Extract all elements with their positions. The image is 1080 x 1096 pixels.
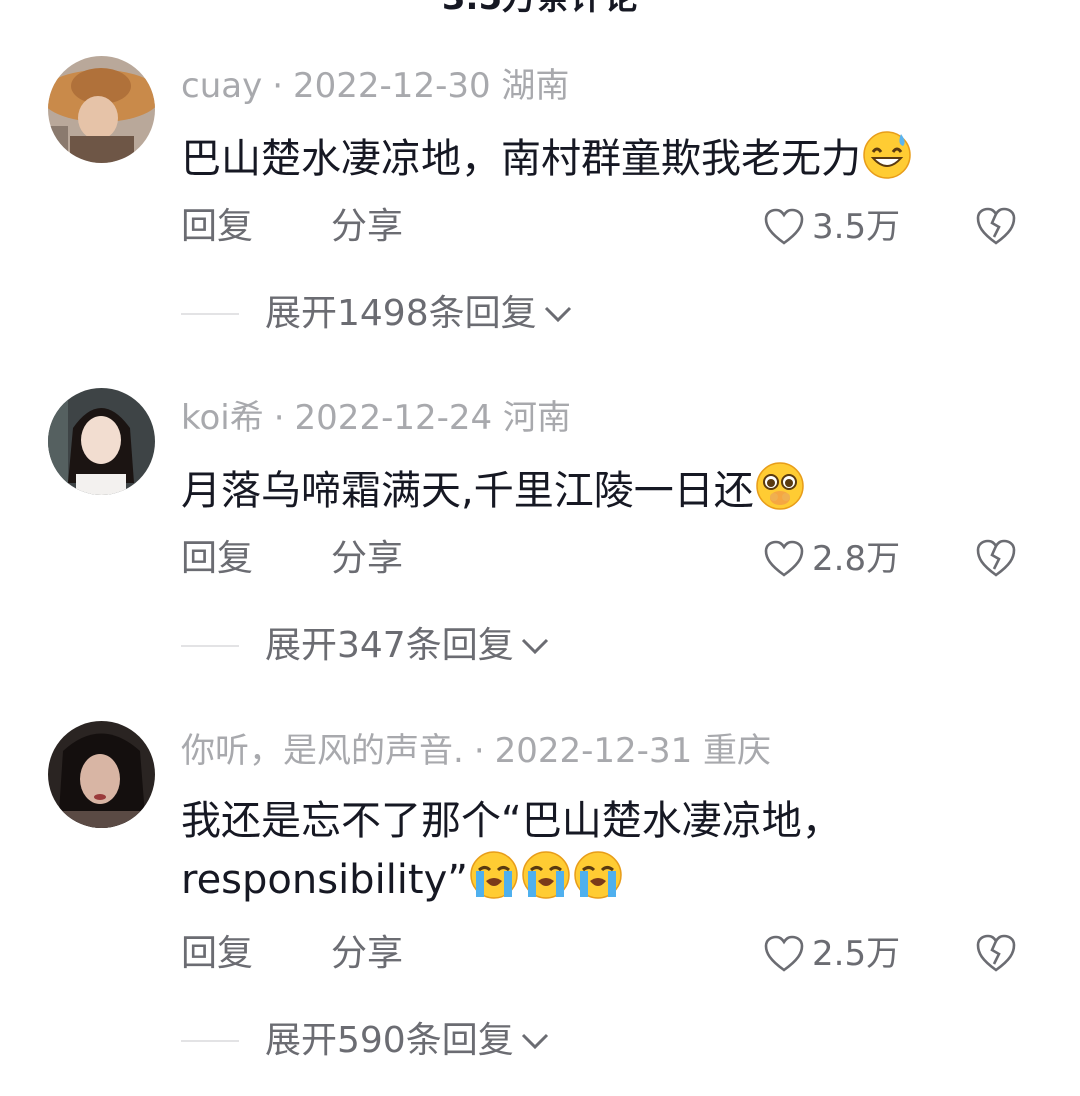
comment-item: cuay · 2022-12-30 湖南 巴山楚水凄凉地，南村群童欺我老无力 回复 … [0, 56, 1080, 346]
comment-actions: 回复 分享 3.5万 [181, 202, 1041, 252]
comment-date: 2022-12-24 [294, 398, 493, 438]
share-button[interactable]: 分享 [331, 929, 403, 979]
dislike-button[interactable] [975, 538, 1017, 582]
loudly-crying-emoji-icon [520, 849, 572, 901]
like-count: 2.8万 [812, 539, 901, 579]
grinning-sweat-emoji-icon [861, 128, 913, 180]
loudly-crying-emoji-icon [572, 849, 624, 901]
comment-text-line: responsibility” [181, 849, 1021, 908]
reply-button[interactable]: 回复 [181, 534, 253, 584]
broken-heart-icon [976, 539, 1016, 577]
comment-text: 月落乌啼霜满天,千里江陵一日还 [181, 460, 1021, 519]
expand-replies-label[interactable]: 展开1498条回复 [265, 289, 537, 339]
comment-meta: cuay · 2022-12-30 湖南 [181, 64, 569, 108]
divider-line [181, 313, 239, 315]
chevron-down-icon [521, 1033, 548, 1050]
separator-dot: · [273, 398, 285, 438]
heart-icon [764, 208, 804, 245]
like-button[interactable]: 2.5万 [764, 929, 900, 979]
comment-text: 我还是忘不了那个“巴山楚水凄凉地， responsibility” [181, 793, 1021, 908]
divider-line [181, 1040, 239, 1042]
comment-item: 你听，是风的声音. · 2022-12-31 重庆 我还是忘不了那个“巴山楚水凄凉地… [0, 721, 1080, 1071]
username[interactable]: cuay [181, 66, 262, 106]
like-count: 2.5万 [812, 934, 901, 974]
like-button[interactable]: 3.5万 [764, 202, 900, 252]
heart-icon [764, 540, 804, 577]
separator-dot: · [272, 66, 284, 106]
comment-date: 2022-12-30 [293, 66, 491, 106]
comment-text-content: 月落乌啼霜满天,千里江陵一日还 [181, 468, 754, 514]
comment-date: 2022-12-31 [494, 731, 693, 771]
like-button[interactable]: 2.8万 [764, 534, 900, 584]
comment-text-line: 我还是忘不了那个“巴山楚水凄凉地， [181, 798, 842, 844]
broken-heart-icon [976, 934, 1016, 972]
comment-location: 重庆 [703, 731, 772, 771]
comment-location: 河南 [502, 398, 571, 438]
pleading-face-emoji-icon [754, 460, 806, 512]
expand-replies[interactable]: 展开590条回复 [181, 1016, 550, 1066]
username[interactable]: koi希 [181, 398, 264, 438]
username[interactable]: 你听，是风的声音. [181, 731, 464, 771]
divider-line [181, 645, 239, 647]
avatar[interactable] [48, 721, 155, 828]
reply-button[interactable]: 回复 [181, 202, 253, 252]
chevron-down-icon [521, 638, 548, 655]
comment-count-title: 3.5万条评论 [0, 0, 1080, 18]
share-button[interactable]: 分享 [331, 534, 403, 584]
expand-replies[interactable]: 展开1498条回复 [181, 289, 573, 339]
reply-button[interactable]: 回复 [181, 929, 253, 979]
comment-location: 湖南 [501, 66, 570, 106]
comment-meta: 你听，是风的声音. · 2022-12-31 重庆 [181, 729, 771, 773]
expand-replies[interactable]: 展开347条回复 [181, 621, 550, 671]
broken-heart-icon [976, 207, 1016, 245]
comment-text: 巴山楚水凄凉地，南村群童欺我老无力 [181, 128, 1021, 187]
avatar[interactable] [48, 56, 155, 163]
expand-replies-label[interactable]: 展开347条回复 [265, 621, 514, 671]
comment-text-content: responsibility” [181, 857, 468, 903]
avatar[interactable] [48, 388, 155, 495]
dislike-button[interactable] [975, 206, 1017, 250]
share-button[interactable]: 分享 [331, 202, 403, 252]
comment-item: koi希 · 2022-12-24 河南 月落乌啼霜满天,千里江陵一日还 回复 分享… [0, 388, 1080, 678]
comment-actions: 回复 分享 2.8万 [181, 534, 1041, 584]
dislike-button[interactable] [975, 933, 1017, 977]
expand-replies-label[interactable]: 展开590条回复 [265, 1016, 514, 1066]
comment-meta: koi希 · 2022-12-24 河南 [181, 396, 571, 440]
comment-actions: 回复 分享 2.5万 [181, 929, 1041, 979]
loudly-crying-emoji-icon [468, 849, 520, 901]
separator-dot: · [473, 731, 485, 771]
like-count: 3.5万 [812, 207, 901, 247]
chevron-down-icon [544, 306, 571, 323]
comment-text-content: 巴山楚水凄凉地，南村群童欺我老无力 [181, 136, 861, 182]
heart-icon [764, 935, 804, 972]
